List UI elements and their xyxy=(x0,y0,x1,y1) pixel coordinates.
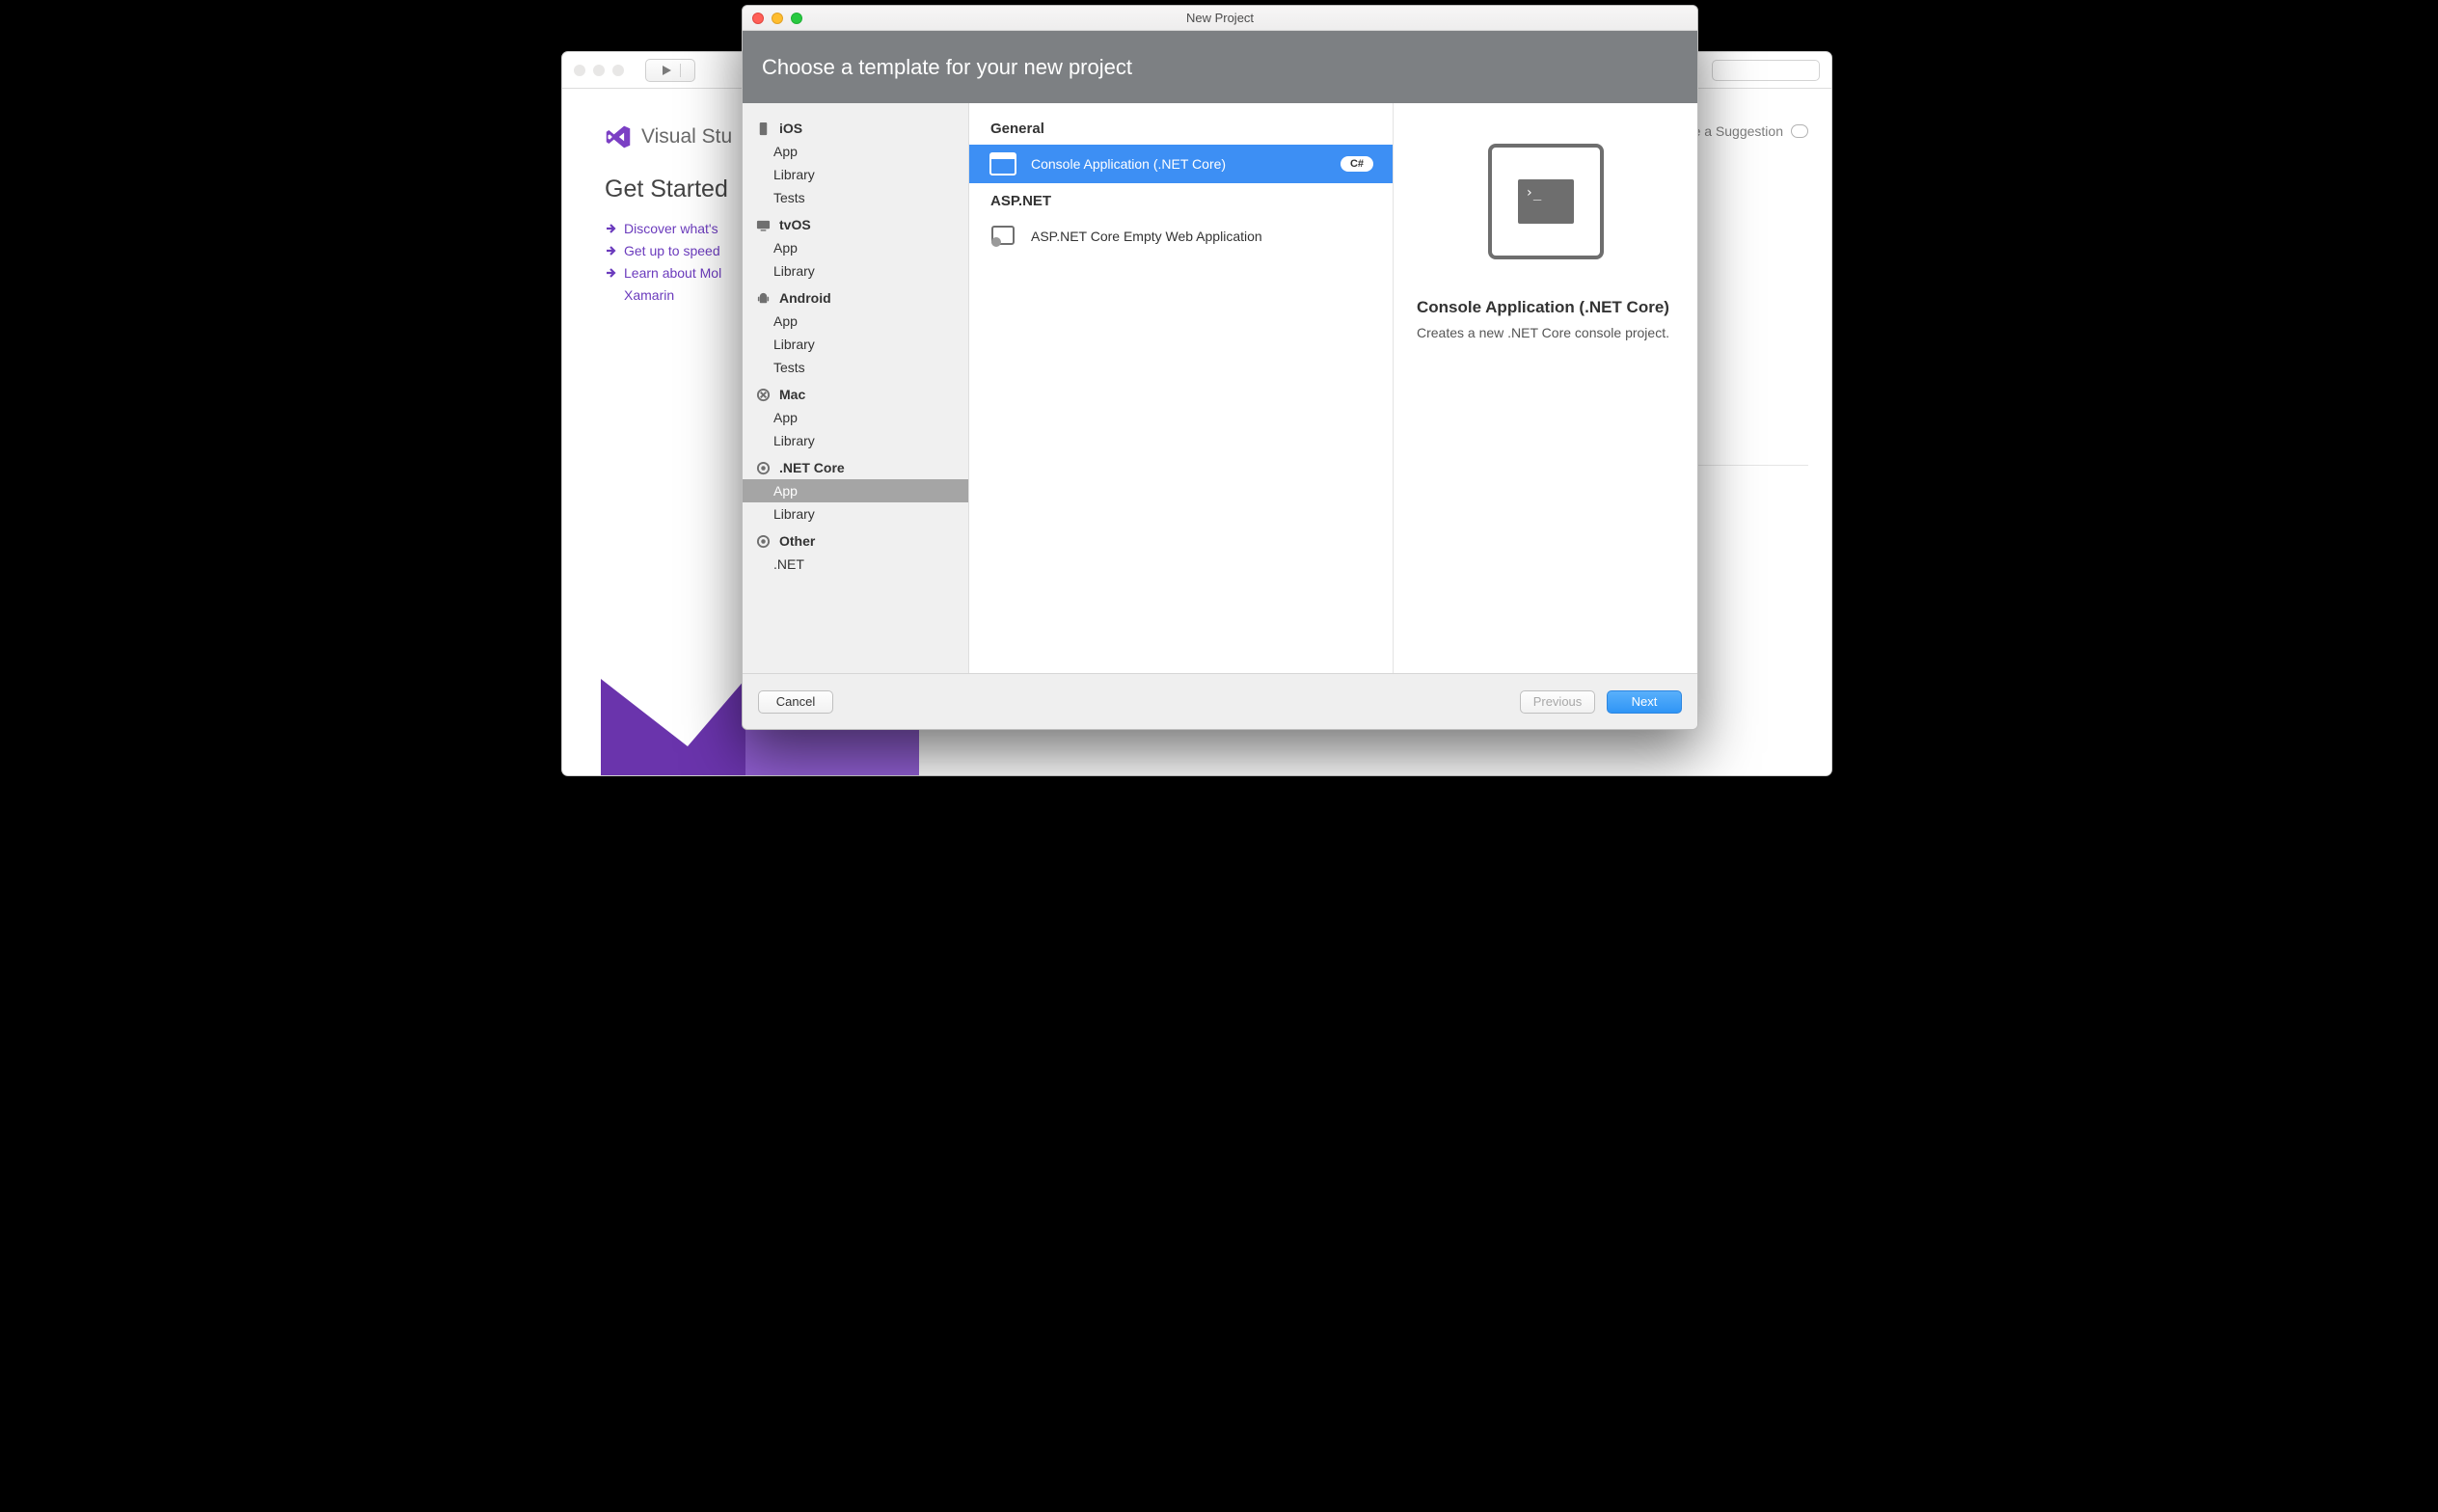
sidebar-item[interactable]: App xyxy=(743,236,968,259)
sidebar-group-mac[interactable]: Mac xyxy=(743,379,968,406)
details-title: Console Application (.NET Core) xyxy=(1417,298,1669,317)
sidebar-item-selected[interactable]: App xyxy=(743,479,968,502)
sidebar-group-ios[interactable]: iOS xyxy=(743,113,968,140)
dotnet-icon xyxy=(756,461,771,475)
arrow-right-icon xyxy=(605,267,616,279)
product-name: Visual Stu xyxy=(641,125,732,148)
sidebar-item[interactable]: Tests xyxy=(743,356,968,379)
previous-button[interactable]: Previous xyxy=(1520,690,1595,714)
console-app-icon xyxy=(989,149,1017,178)
sidebar-group-tvos[interactable]: tvOS xyxy=(743,209,968,236)
window-minimize-button[interactable] xyxy=(772,13,783,24)
template-preview-icon: ›_ xyxy=(1488,144,1604,259)
template-label: Console Application (.NET Core) xyxy=(1031,156,1226,172)
traffic-light-disabled xyxy=(574,65,585,76)
template-section-heading: ASP.NET xyxy=(969,183,1393,217)
mac-icon xyxy=(756,388,771,402)
dialog-header: Choose a template for your new project xyxy=(743,31,1697,103)
template-details: ›_ Console Application (.NET Core) Creat… xyxy=(1394,103,1697,673)
sidebar-item[interactable]: Library xyxy=(743,259,968,283)
dialog-footer: Cancel Previous Next xyxy=(743,673,1697,729)
arrow-right-icon xyxy=(605,245,616,256)
visual-studio-icon xyxy=(605,123,632,150)
android-icon xyxy=(756,291,771,306)
dialog-titlebar[interactable]: New Project xyxy=(743,6,1697,31)
template-section-heading: General xyxy=(969,111,1393,145)
sidebar-item[interactable]: App xyxy=(743,310,968,333)
sidebar-group-android[interactable]: Android xyxy=(743,283,968,310)
sidebar-item[interactable]: Tests xyxy=(743,186,968,209)
sidebar-group-other[interactable]: Other xyxy=(743,526,968,553)
template-item-console-app[interactable]: Console Application (.NET Core) C# xyxy=(969,145,1393,183)
traffic-light-disabled xyxy=(593,65,605,76)
sidebar-item[interactable]: Library xyxy=(743,502,968,526)
sidebar-item[interactable]: Library xyxy=(743,163,968,186)
template-label: ASP.NET Core Empty Web Application xyxy=(1031,229,1262,244)
sidebar-item[interactable]: Library xyxy=(743,429,968,452)
play-icon xyxy=(661,65,672,76)
sidebar-group-netcore[interactable]: .NET Core xyxy=(743,452,968,479)
category-sidebar: iOS App Library Tests tvOS App Library A… xyxy=(743,103,969,673)
sidebar-item[interactable]: Library xyxy=(743,333,968,356)
phone-icon xyxy=(756,122,771,136)
web-app-icon xyxy=(989,222,1017,251)
window-zoom-button[interactable] xyxy=(791,13,802,24)
details-description: Creates a new .NET Core console project. xyxy=(1417,325,1669,340)
next-button[interactable]: Next xyxy=(1607,690,1682,714)
window-close-button[interactable] xyxy=(752,13,764,24)
arrow-right-icon xyxy=(605,223,616,234)
speech-bubble-icon xyxy=(1791,124,1808,138)
sidebar-item[interactable]: App xyxy=(743,406,968,429)
sidebar-item[interactable]: .NET xyxy=(743,553,968,576)
cancel-button[interactable]: Cancel xyxy=(758,690,833,714)
terminal-icon: ›_ xyxy=(1518,179,1574,224)
tv-icon xyxy=(756,218,771,232)
new-project-dialog: New Project Choose a template for your n… xyxy=(742,5,1698,730)
dialog-title: New Project xyxy=(743,11,1697,25)
language-badge[interactable]: C# xyxy=(1341,156,1373,172)
template-list: General Console Application (.NET Core) … xyxy=(969,103,1394,673)
run-button[interactable] xyxy=(645,59,695,82)
sidebar-item[interactable]: App xyxy=(743,140,968,163)
other-icon xyxy=(756,534,771,549)
traffic-light-disabled xyxy=(612,65,624,76)
toolbar-search[interactable] xyxy=(1712,60,1820,81)
template-item-aspnet-empty[interactable]: ASP.NET Core Empty Web Application xyxy=(969,217,1393,256)
